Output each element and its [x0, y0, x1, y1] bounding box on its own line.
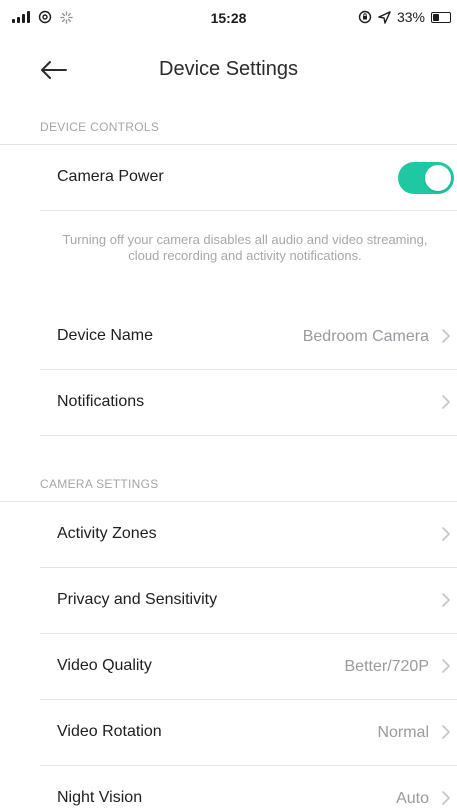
- status-bar: 15:28 33%: [0, 0, 457, 44]
- chevron-right-icon: [442, 791, 450, 805]
- video-quality-row[interactable]: Video Quality Better/720P: [40, 634, 457, 700]
- privacy-sensitivity-row[interactable]: Privacy and Sensitivity: [40, 568, 457, 634]
- section-header-label: DEVICE CONTROLS: [40, 120, 160, 134]
- chevron-right-icon: [442, 659, 450, 673]
- video-rotation-label: Video Rotation: [57, 723, 162, 740]
- activity-zones-label: Activity Zones: [57, 525, 157, 542]
- chevron-right-icon: [442, 527, 450, 541]
- chevron-right-icon: [442, 725, 450, 739]
- status-right: 33%: [358, 9, 451, 25]
- section-header-camera-settings: CAMERA SETTINGS: [0, 456, 457, 502]
- privacy-sensitivity-label: Privacy and Sensitivity: [57, 591, 218, 608]
- notifications-label: Notifications: [57, 393, 145, 410]
- battery-icon: [431, 11, 451, 23]
- camera-power-toggle[interactable]: [398, 162, 454, 194]
- camera-power-label: Camera Power: [57, 168, 164, 185]
- camera-power-row: Camera Power: [40, 145, 457, 211]
- device-name-label: Device Name: [57, 327, 154, 344]
- toggle-knob: [425, 165, 451, 191]
- chevron-right-icon: [442, 593, 450, 607]
- video-rotation-row[interactable]: Video Rotation Normal: [40, 700, 457, 766]
- page-title: Device Settings: [159, 58, 298, 80]
- notifications-row[interactable]: Notifications: [40, 370, 457, 436]
- chevron-right-icon: [442, 395, 450, 409]
- activity-zones-row[interactable]: Activity Zones: [40, 502, 457, 568]
- orientation-lock-icon: [358, 10, 372, 24]
- video-quality-value: Better/720P: [344, 658, 430, 675]
- section-header-label: CAMERA SETTINGS: [40, 477, 159, 491]
- video-rotation-value: Normal: [377, 724, 429, 741]
- battery-percent: 33%: [396, 9, 425, 25]
- device-name-value: Bedroom Camera: [302, 328, 429, 345]
- chevron-right-icon: [442, 329, 450, 343]
- nav-bar: Device Settings: [0, 44, 457, 96]
- camera-power-hint: Turning off your camera disables all aud…: [62, 232, 428, 263]
- section-header-device-controls: DEVICE CONTROLS: [0, 99, 457, 145]
- night-vision-label: Night Vision: [57, 789, 143, 806]
- location-icon: [378, 10, 391, 24]
- night-vision-value: Auto: [396, 790, 429, 807]
- night-vision-row[interactable]: Night Vision Auto: [40, 766, 457, 812]
- video-quality-label: Video Quality: [57, 657, 152, 674]
- device-name-row[interactable]: Device Name Bedroom Camera: [40, 304, 457, 370]
